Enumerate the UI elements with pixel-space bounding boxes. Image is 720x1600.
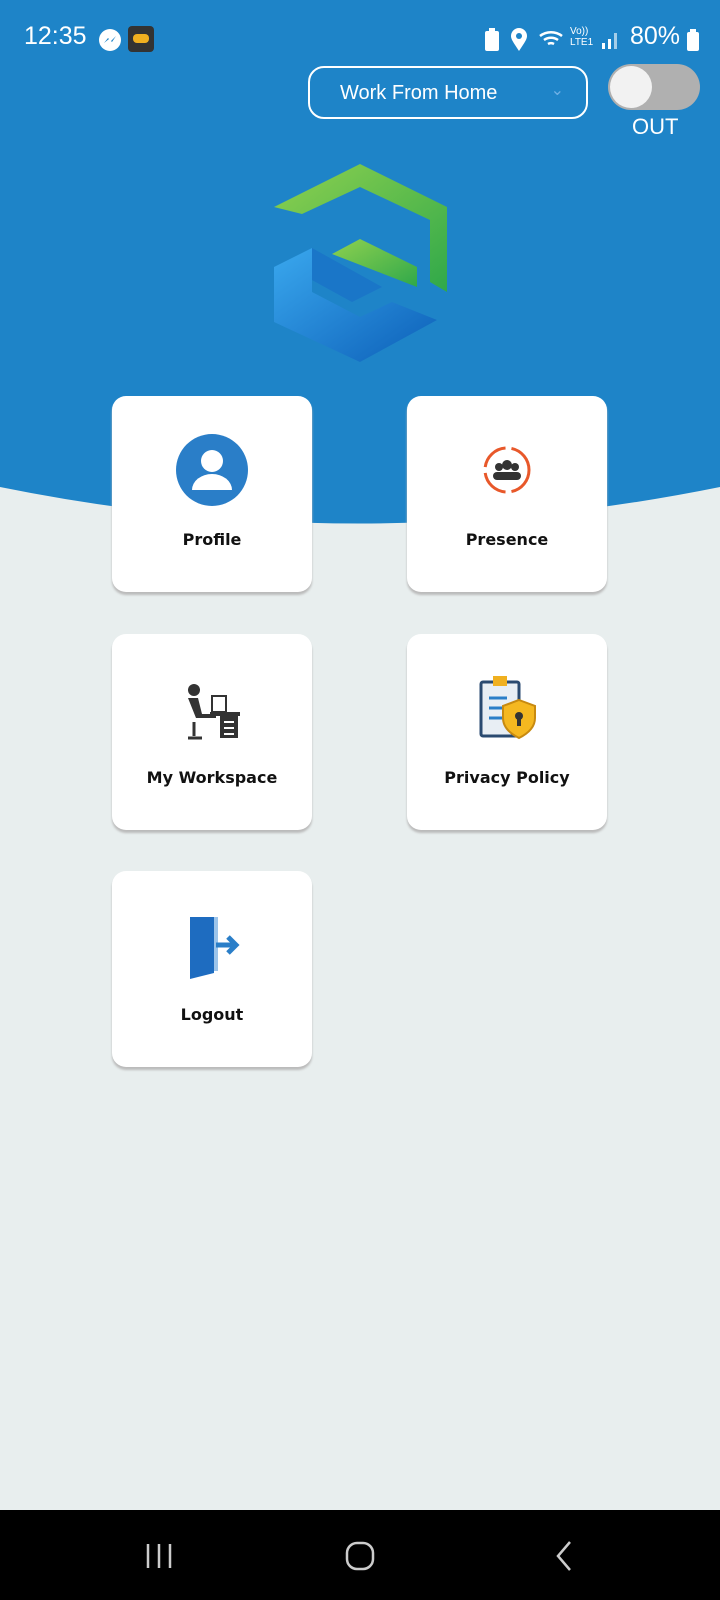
home-button[interactable] bbox=[344, 1540, 376, 1572]
clock: 12:35 bbox=[24, 22, 87, 50]
menu-card-my-workspace[interactable]: My Workspace bbox=[112, 634, 312, 830]
recent-apps-button[interactable] bbox=[144, 1542, 174, 1570]
chevron-down-icon: ⌄ bbox=[550, 82, 564, 99]
menu-label: Presence bbox=[465, 530, 549, 549]
system-nav-bar bbox=[0, 1510, 720, 1600]
back-button[interactable] bbox=[552, 1540, 576, 1572]
toggle-state-label: OUT bbox=[632, 114, 679, 139]
battery-icon bbox=[687, 29, 699, 51]
menu-label: Logout bbox=[180, 1005, 244, 1024]
profile-icon bbox=[176, 434, 248, 506]
menu-card-profile[interactable]: Profile bbox=[112, 396, 312, 592]
messenger-icon bbox=[99, 29, 121, 51]
workspace-icon bbox=[188, 684, 240, 740]
privacy-policy-icon bbox=[479, 676, 536, 740]
volte-lte-icon: Vo)) LTE1 bbox=[570, 26, 594, 48]
menu-card-logout[interactable]: Logout bbox=[112, 871, 312, 1067]
signal-icon bbox=[602, 33, 617, 49]
app-notification-icon bbox=[128, 26, 154, 52]
menu-label: Privacy Policy bbox=[444, 768, 570, 787]
wifi-icon bbox=[539, 31, 563, 46]
app-logo bbox=[274, 164, 447, 362]
menu-card-presence[interactable]: Presence bbox=[407, 396, 607, 592]
location-icon bbox=[511, 28, 527, 51]
battery-percent: 80% bbox=[630, 22, 681, 50]
toggle-knob bbox=[610, 66, 652, 108]
menu-label: Profile bbox=[182, 530, 242, 549]
menu-card-privacy-policy[interactable]: Privacy Policy bbox=[407, 634, 607, 830]
menu-label: My Workspace bbox=[146, 768, 278, 787]
logout-icon bbox=[190, 917, 240, 979]
presence-icon bbox=[483, 446, 531, 494]
work-mode-dropdown[interactable]: Work From Home ⌄ bbox=[308, 66, 588, 119]
work-mode-selected: Work From Home bbox=[340, 82, 498, 104]
attendance-toggle[interactable] bbox=[608, 64, 700, 110]
battery-saver-icon bbox=[485, 28, 499, 51]
